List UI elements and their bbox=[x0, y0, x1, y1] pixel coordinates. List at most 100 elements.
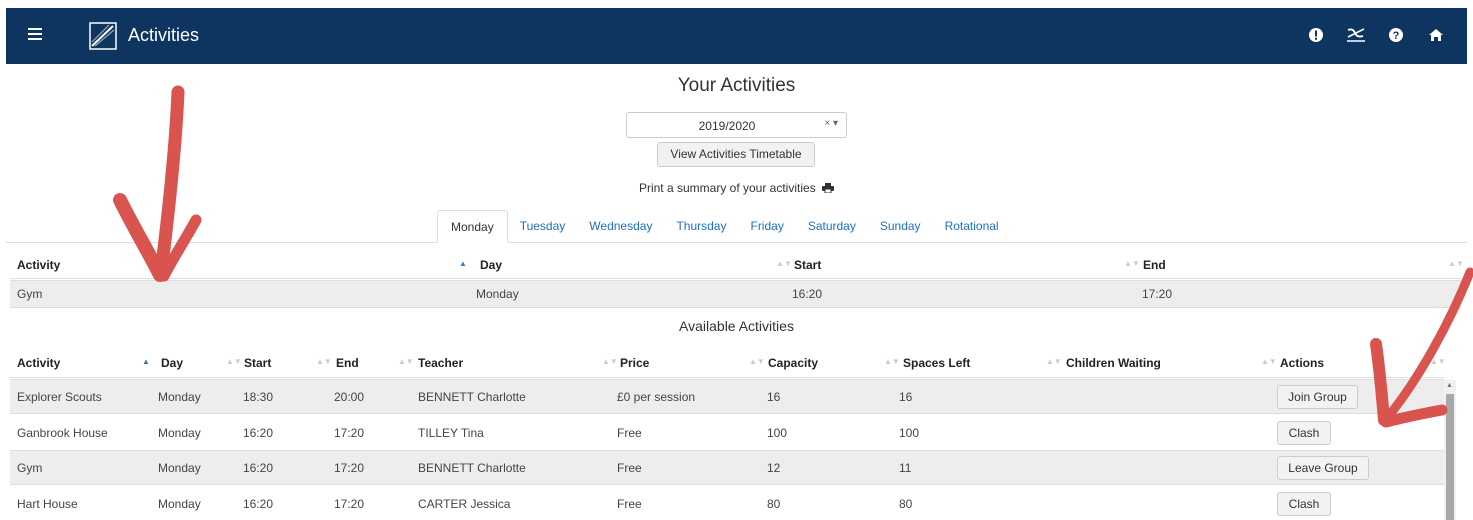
tab-friday[interactable]: Friday bbox=[738, 210, 795, 243]
sort-icon[interactable]: ▲▼ bbox=[398, 357, 414, 366]
col-header-children-waiting[interactable]: Children Waiting bbox=[1066, 356, 1161, 370]
sort-icon[interactable]: ▲▼ bbox=[1430, 357, 1446, 366]
col-header-activity[interactable]: Activity bbox=[17, 258, 60, 272]
alert-icon[interactable] bbox=[1305, 24, 1327, 46]
sort-icon[interactable]: ▲▼ bbox=[1124, 259, 1140, 268]
help-icon[interactable]: ? bbox=[1385, 24, 1407, 46]
col-header-capacity[interactable]: Capacity bbox=[768, 356, 818, 370]
table-divider bbox=[10, 278, 1461, 279]
top-bar: Activities ? bbox=[6, 8, 1467, 64]
col-header-activity[interactable]: Activity bbox=[17, 356, 60, 370]
page-title: Your Activities bbox=[677, 75, 796, 96]
cell-end: 20:00 bbox=[334, 390, 365, 404]
cell-activity: Gym bbox=[17, 461, 43, 475]
cell-spaces-left: 100 bbox=[899, 426, 920, 440]
join-group-button[interactable]: Join Group bbox=[1277, 385, 1358, 409]
col-header-teacher[interactable]: Teacher bbox=[418, 356, 463, 370]
clash-button[interactable]: Clash bbox=[1277, 421, 1331, 445]
cell-end: 17:20 bbox=[334, 426, 365, 440]
tab-thursday[interactable]: Thursday bbox=[664, 210, 738, 243]
table-divider bbox=[10, 377, 1444, 378]
cell-start: 16:20 bbox=[243, 497, 274, 511]
svg-text:?: ? bbox=[1393, 30, 1400, 42]
sort-icon[interactable]: ▲▼ bbox=[602, 357, 618, 366]
cell-end: 17:20 bbox=[334, 497, 365, 511]
table-row bbox=[10, 450, 1444, 485]
cell-activity: Gym bbox=[17, 287, 43, 301]
sort-asc-icon[interactable]: ▲ bbox=[142, 357, 150, 366]
cell-activity: Ganbrook House bbox=[17, 426, 108, 440]
cell-day: Monday bbox=[476, 287, 519, 301]
cell-price: Free bbox=[617, 461, 642, 475]
year-select[interactable]: 2019/2020 × ▾ bbox=[626, 112, 847, 138]
cell-day: Monday bbox=[158, 426, 201, 440]
tab-tuesday[interactable]: Tuesday bbox=[508, 210, 578, 243]
cell-end: 17:20 bbox=[334, 461, 365, 475]
cell-price: £0 per session bbox=[617, 390, 696, 404]
cell-day: Monday bbox=[158, 461, 201, 475]
col-header-start[interactable]: Start bbox=[244, 356, 271, 370]
available-activities-title: Available Activities bbox=[679, 318, 794, 334]
cell-start: 16:20 bbox=[243, 461, 274, 475]
cell-start: 16:20 bbox=[243, 426, 274, 440]
print-summary-text: Print a summary of your activities bbox=[638, 181, 816, 195]
view-timetable-button[interactable]: View Activities Timetable bbox=[657, 142, 815, 167]
sort-icon[interactable]: ▲▼ bbox=[1448, 259, 1464, 268]
sort-icon[interactable]: ▲▼ bbox=[226, 357, 242, 366]
clash-button[interactable]: Clash bbox=[1277, 492, 1331, 516]
col-header-price[interactable]: Price bbox=[620, 356, 649, 370]
cell-spaces-left: 11 bbox=[899, 461, 912, 475]
cell-start: 16:20 bbox=[792, 287, 823, 301]
cell-teacher: BENNETT Charlotte bbox=[418, 390, 526, 404]
leave-group-button[interactable]: Leave Group bbox=[1277, 456, 1369, 480]
sort-icon[interactable]: ▲▼ bbox=[749, 357, 765, 366]
sort-icon[interactable]: ▲▼ bbox=[1261, 357, 1277, 366]
tab-sunday[interactable]: Sunday bbox=[868, 210, 933, 243]
cell-price: Free bbox=[617, 497, 642, 511]
sort-asc-icon[interactable]: ▲ bbox=[459, 259, 467, 268]
cell-end: 17:20 bbox=[1142, 287, 1173, 301]
cell-price: Free bbox=[617, 426, 642, 440]
sort-icon[interactable]: ▲▼ bbox=[884, 357, 900, 366]
tab-rotational[interactable]: Rotational bbox=[933, 210, 1011, 243]
clear-icon[interactable]: × bbox=[824, 118, 830, 129]
col-header-end[interactable]: End bbox=[336, 356, 359, 370]
sort-icon[interactable]: ▲▼ bbox=[1046, 357, 1062, 366]
chevron-down-icon[interactable]: ▾ bbox=[833, 118, 838, 129]
cell-day: Monday bbox=[158, 390, 201, 404]
tab-monday[interactable]: Monday bbox=[437, 210, 508, 243]
cell-start: 18:30 bbox=[243, 390, 274, 404]
scrollbar[interactable]: ▲ bbox=[1444, 380, 1456, 520]
sort-icon[interactable]: ▲▼ bbox=[316, 357, 332, 366]
scroll-up-icon[interactable]: ▲ bbox=[1446, 382, 1453, 389]
col-header-day[interactable]: Day bbox=[161, 356, 183, 370]
sort-icon[interactable]: ▲▼ bbox=[776, 259, 792, 268]
table-row bbox=[10, 280, 1461, 308]
no-entry-icon[interactable] bbox=[1345, 24, 1367, 46]
col-header-end[interactable]: End bbox=[1143, 258, 1166, 272]
app-title: Activities bbox=[128, 25, 200, 45]
cell-capacity: 80 bbox=[767, 497, 781, 511]
home-icon[interactable] bbox=[1425, 24, 1447, 46]
col-header-start[interactable]: Start bbox=[794, 258, 821, 272]
cell-spaces-left: 16 bbox=[899, 390, 913, 404]
cell-teacher: CARTER Jessica bbox=[418, 497, 511, 511]
cell-teacher: BENNETT Charlotte bbox=[418, 461, 526, 475]
day-tabs: Monday Tuesday Wednesday Thursday Friday… bbox=[437, 210, 1011, 243]
scroll-thumb[interactable] bbox=[1446, 394, 1454, 520]
tab-saturday[interactable]: Saturday bbox=[796, 210, 868, 243]
year-select-value: 2019/2020 bbox=[698, 119, 756, 133]
tab-wednesday[interactable]: Wednesday bbox=[577, 210, 664, 243]
cell-activity: Hart House bbox=[17, 497, 78, 511]
menu-icon[interactable] bbox=[28, 28, 42, 40]
print-summary-link[interactable]: Print a summary of your activities bbox=[0, 181, 1473, 195]
cell-teacher: TILLEY Tina bbox=[418, 426, 484, 440]
print-icon bbox=[822, 183, 835, 193]
table-row bbox=[10, 379, 1444, 414]
cell-activity: Explorer Scouts bbox=[17, 390, 102, 404]
col-header-day[interactable]: Day bbox=[480, 258, 502, 272]
cell-day: Monday bbox=[158, 497, 201, 511]
cell-capacity: 100 bbox=[767, 426, 788, 440]
col-header-spaces-left[interactable]: Spaces Left bbox=[903, 356, 970, 370]
col-header-actions[interactable]: Actions bbox=[1280, 356, 1324, 370]
